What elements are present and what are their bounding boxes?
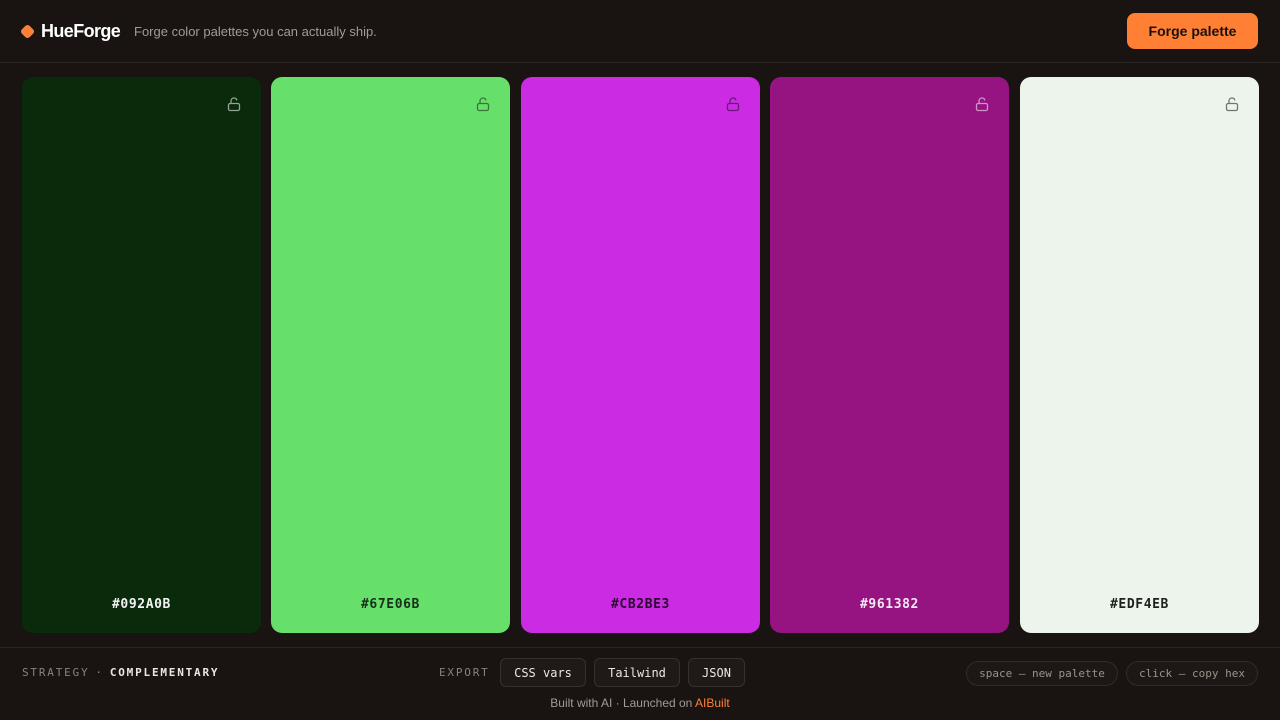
- unlock-icon[interactable]: [1225, 96, 1239, 112]
- export-json-button[interactable]: JSON: [688, 658, 745, 687]
- color-swatch[interactable]: #EDF4EB: [1020, 77, 1259, 633]
- unlock-icon[interactable]: [975, 96, 989, 112]
- export-tailwind-button[interactable]: Tailwind: [594, 658, 680, 687]
- credit-text: Built with AI · Launched on: [550, 696, 693, 710]
- color-swatch[interactable]: #CB2BE3: [521, 77, 760, 633]
- swatch-hex: #961382: [860, 597, 919, 612]
- color-swatch[interactable]: #67E06B: [271, 77, 510, 633]
- logo-diamond-icon: [19, 23, 36, 40]
- swatch-hex: #092A0B: [112, 597, 171, 612]
- export-label: EXPORT: [439, 666, 490, 679]
- forge-palette-button[interactable]: Forge palette: [1127, 13, 1258, 49]
- export-css-vars-button[interactable]: CSS vars: [500, 658, 586, 687]
- app-header: HueForge Forge color palettes you can ac…: [0, 0, 1280, 63]
- app-footer: STRATEGY · COMPLEMENTARY EXPORT CSS vars T…: [0, 647, 1280, 720]
- swatch-hex: #EDF4EB: [1110, 597, 1169, 612]
- shortcut-hint-click: click — copy hex: [1126, 661, 1258, 686]
- strategy-value: COMPLEMENTARY: [109, 666, 220, 679]
- strategy-separator: ·: [95, 666, 104, 679]
- swatch-hex: #CB2BE3: [611, 597, 670, 612]
- strategy-indicator: STRATEGY · COMPLEMENTARY: [22, 666, 219, 680]
- tagline: Forge color palettes you can actually sh…: [134, 24, 377, 39]
- strategy-label: STRATEGY: [22, 666, 90, 679]
- shortcut-hint-space: space — new palette: [966, 661, 1118, 686]
- brand-name: HueForge: [41, 21, 121, 41]
- credit-link[interactable]: AIBuilt: [695, 696, 730, 710]
- swatch-hex: #67E06B: [361, 597, 420, 612]
- palette-swatches: #092A0B #67E06B #CB2BE3 #961382 #EDF4EB: [0, 0, 1280, 720]
- credit-line: Built with AI · Launched on AIBuilt: [0, 696, 1280, 711]
- color-swatch[interactable]: #961382: [770, 77, 1009, 633]
- color-swatch[interactable]: #092A0B: [22, 77, 261, 633]
- unlock-icon[interactable]: [476, 96, 490, 112]
- unlock-icon[interactable]: [227, 96, 241, 112]
- unlock-icon[interactable]: [726, 96, 740, 112]
